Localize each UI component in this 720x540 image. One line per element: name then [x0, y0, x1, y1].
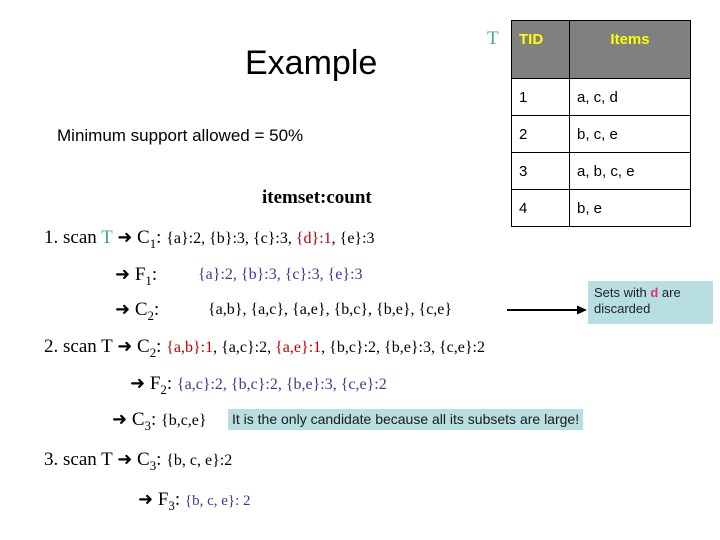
step-scan2-part3-pruned: {a,e}:1	[275, 339, 322, 356]
step-c2gen-label: C	[134, 299, 148, 320]
step-scan2-part4: , {b,c}:2, {b,e}:3, {c,e}:2	[321, 339, 485, 356]
arrow-icon: ➜	[115, 264, 131, 285]
note-c3-only-candidate: It is the only candidate because all its…	[228, 409, 584, 430]
slide-canvas: Example Minimum support allowed = 50% T …	[0, 0, 720, 540]
step-f2-line: ➜ F2: {a,c}:2, {b,c}:2, {b,e}:3, {c,e}:2	[130, 374, 387, 397]
step-c2gen-items: {a,b}, {a,c}, {a,e}, {b,c}, {b,e}, {c,e}	[208, 301, 453, 318]
cell-items: a, b, c, e	[569, 152, 691, 190]
step-scan2-line: 2. scan T ➜ C2: {a,b}:1, {a,c}:2, {a,e}:…	[44, 337, 485, 360]
column-header-tid: TID	[511, 20, 570, 79]
column-header-items: Items	[569, 20, 691, 79]
step-scan2-part1-pruned: {a,b}:1	[166, 339, 214, 356]
table-row: 1 a, c, d	[511, 78, 691, 116]
pointer-arrow-icon	[507, 305, 587, 315]
callout-sets-with-d-discarded: Sets with d are discarded	[588, 281, 713, 324]
step-c2gen-colon: :	[153, 299, 160, 320]
step-f1-colon: :	[151, 264, 158, 285]
cell-tid: 3	[511, 152, 570, 190]
step-f3-line: ➜ F3: {b, c, e}: 2	[138, 490, 251, 513]
step-scan2-prefix: 2. scan	[44, 336, 102, 357]
callout-text-post: are	[658, 285, 681, 300]
step-c3gen-line: ➜ C3: {b,c,e}	[112, 410, 207, 433]
step-scan1-t: T	[101, 227, 113, 248]
cell-items: b, c, e	[569, 115, 691, 153]
table-label-t: T	[487, 28, 499, 49]
min-support-text: Minimum support allowed = 50%	[57, 126, 304, 145]
step-scan1-prefix: 1. scan	[44, 227, 102, 248]
step-scan1-line: 1. scan T ➜ C1: {a}:2, {b}:3, {c}:3, {d}…	[44, 228, 375, 251]
table-row: 4 b, e	[511, 189, 691, 227]
step-c3gen-label: C	[131, 409, 145, 430]
table-row: 2 b, c, e	[511, 115, 691, 153]
table-row: 3 a, b, c, e	[511, 152, 691, 190]
arrow-icon: ➜	[115, 299, 131, 320]
step-scan2-label: C	[137, 336, 150, 357]
step-scan2-part2: , {a,c}:2,	[213, 339, 276, 356]
cell-tid: 2	[511, 115, 570, 153]
arrow-icon: ➜	[138, 489, 154, 510]
step-f3-items: {b, c, e}: 2	[184, 493, 251, 509]
step-scan1-label: C	[137, 227, 150, 248]
cell-items: b, e	[569, 189, 691, 227]
page-title: Example	[245, 44, 378, 82]
arrow-icon: ➜	[130, 373, 146, 394]
arrow-icon: ➜	[112, 409, 128, 430]
step-scan1-items-pruned: {d}:1	[295, 230, 332, 247]
callout-text-line2: discarded	[594, 301, 651, 317]
cell-items: a, c, d	[569, 78, 691, 116]
arrow-icon: ➜	[117, 449, 133, 470]
step-f1-line: ➜ F1:	[115, 265, 157, 288]
step-f1-items: {a}:2, {b}:3, {c}:3, {e}:3	[198, 266, 363, 283]
step-scan1-items-pre: {a}:2, {b}:3, {c}:3,	[166, 230, 296, 247]
transaction-table: TID Items 1 a, c, d 2 b, c, e 3 a, b, c,…	[511, 20, 691, 227]
arrow-icon: ➜	[117, 227, 133, 248]
step-f3-label: F	[157, 489, 169, 510]
step-scan1-items-post: , {e}:3	[331, 230, 375, 247]
step-scan3-t: T	[101, 449, 113, 470]
cell-tid: 4	[511, 189, 570, 227]
step-scan3-prefix: 3. scan	[44, 449, 102, 470]
step-c2gen-line: ➜ C2:	[115, 300, 159, 323]
step-scan3-line: 3. scan T ➜ C3: {b, c, e}:2	[44, 450, 232, 473]
arrow-icon: ➜	[117, 336, 133, 357]
step-scan3-items: {b, c, e}:2	[166, 452, 233, 469]
step-f2-items: {a,c}:2, {b,c}:2, {b,e}:3, {c,e}:2	[176, 376, 387, 393]
step-f1-label: F	[134, 264, 146, 285]
callout-text-pre: Sets with	[594, 285, 651, 300]
step-scan3-label: C	[137, 449, 150, 470]
step-c3gen-items: {b,c,e}	[161, 412, 207, 429]
table-header-row: TID Items	[511, 20, 691, 79]
cell-tid: 1	[511, 78, 570, 116]
step-scan2-t: T	[101, 336, 113, 357]
itemset-count-header: itemset:count	[262, 187, 372, 208]
step-f2-label: F	[149, 373, 161, 394]
